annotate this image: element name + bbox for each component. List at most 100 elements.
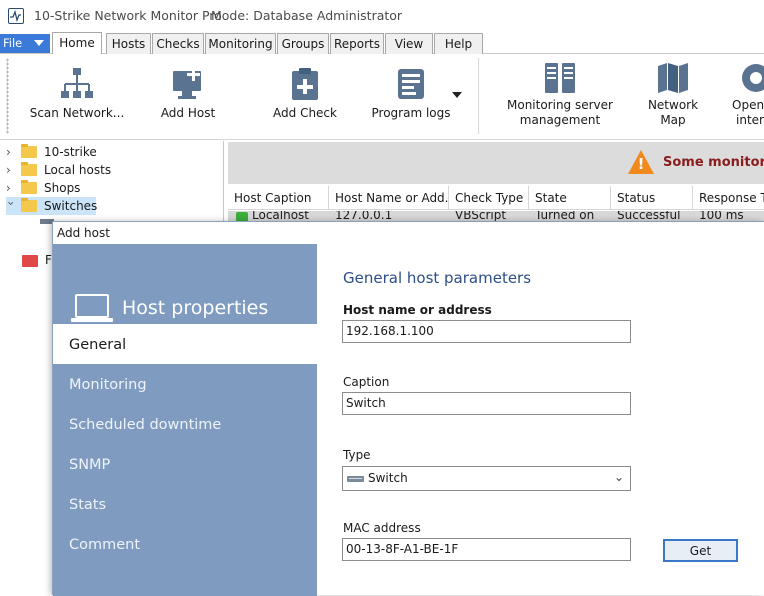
table-cell: Successful [617, 211, 681, 221]
table-cell: VBScript [455, 211, 507, 221]
column-header-host-caption[interactable]: Host Caption [228, 186, 329, 210]
file-menu-label: File [3, 36, 23, 50]
column-header-check-type[interactable]: Check Type [449, 186, 529, 210]
tab-help[interactable]: Help [434, 33, 483, 54]
network-map-label-1: Network [647, 98, 699, 112]
tree-item-label: 10-strike [44, 145, 97, 159]
tab-home[interactable]: Home [52, 32, 102, 54]
get-mac-button[interactable]: Get [663, 539, 738, 562]
add-host-button[interactable]: Add Host [150, 54, 226, 140]
table-cell: 127.0.0.1 [335, 211, 393, 221]
table-row[interactable]: Localhost 127.0.0.1 VBScript Turned on S… [228, 211, 764, 221]
tab-view[interactable]: View [385, 33, 433, 54]
chevron-down-icon [34, 40, 44, 46]
title-bar: 10-Strike Network Monitor Pro Mode: Data… [0, 0, 764, 32]
add-check-button[interactable]: Add Check [264, 54, 346, 140]
chevron-down-icon: ⌄ [613, 470, 624, 484]
server-icon [545, 63, 575, 93]
ribbon-separator [478, 58, 479, 134]
status-ok-icon [236, 212, 248, 221]
map-icon [658, 63, 688, 93]
add-host-icon [173, 68, 201, 99]
dialog-title: Add host [57, 226, 110, 240]
monitoring-server-label-1: Monitoring server [507, 98, 613, 112]
monitoring-server-label-2: management [519, 113, 601, 127]
host-name-input[interactable]: 192.168.1.100 [342, 320, 631, 343]
chevron-right-icon[interactable]: › [6, 163, 16, 177]
red-folder-icon [22, 255, 38, 267]
tree-item-label: Local hosts [44, 163, 112, 177]
nav-monitoring[interactable]: Monitoring [53, 364, 317, 404]
nav-stats[interactable]: Stats [53, 484, 317, 524]
network-map-label-2: Map [660, 113, 686, 127]
folder-icon [21, 144, 37, 158]
warning-exclamation: ! [637, 155, 645, 173]
ribbon-tab-row: File Home Hosts Checks Monitoring Groups… [0, 32, 764, 54]
folder-icon [21, 180, 37, 194]
folder-icon [21, 162, 37, 176]
add-host-dialog: Add host Host properties General Monitor… [52, 221, 764, 596]
open-interface-label-1: Open [732, 98, 764, 112]
column-header-host-name[interactable]: Host Name or Add... [329, 186, 449, 210]
type-select[interactable]: Switch ⌄ [342, 466, 631, 491]
mac-address-label: MAC address [343, 521, 421, 535]
nav-general[interactable]: General [53, 324, 317, 364]
type-select-value: Switch [368, 471, 408, 485]
tree-item-switches[interactable]: › Switches [4, 197, 98, 215]
scan-network-label: Scan Network... [29, 106, 125, 120]
type-label: Type [343, 448, 371, 462]
sidebar-title: Host properties [122, 297, 269, 319]
add-check-icon [292, 68, 318, 100]
program-logs-label: Program logs [371, 106, 451, 120]
caption-label: Caption [343, 375, 390, 389]
laptop-icon [71, 294, 113, 322]
open-interface-button[interactable]: Open interf [728, 54, 764, 140]
dialog-sidebar: Host properties General Monitoring Sched… [53, 244, 317, 596]
chevron-right-icon[interactable]: › [6, 145, 16, 159]
scan-network-button[interactable]: Scan Network... [28, 54, 126, 140]
ribbon-panel: Scan Network... Add Host Add Check Progr… [0, 54, 764, 140]
chevron-right-icon[interactable]: › [6, 181, 16, 195]
ribbon-grip [6, 58, 9, 134]
tab-reports[interactable]: Reports [330, 33, 384, 54]
tree-item-label: Shops [44, 181, 81, 195]
warning-text: Some monitorin [663, 155, 764, 170]
logs-dropdown-arrow-icon[interactable] [452, 92, 462, 98]
globe-icon [742, 64, 764, 92]
tab-groups[interactable]: Groups [277, 33, 329, 54]
table-cell: Localhost [252, 211, 310, 221]
mac-address-input[interactable]: 00-13-8F-A1-BE-1F [342, 538, 631, 561]
network-tree-icon [61, 68, 93, 98]
grid-header: Host Caption Host Name or Add... Check T… [228, 186, 764, 210]
monitoring-server-button[interactable]: Monitoring server management [505, 54, 615, 140]
tree-item-10-strike[interactable]: › 10-strike [6, 143, 206, 161]
tree-item-local-hosts[interactable]: › Local hosts [6, 161, 206, 179]
caption-input[interactable]: Switch [342, 392, 631, 415]
tab-monitoring[interactable]: Monitoring [205, 33, 276, 54]
tab-hosts[interactable]: Hosts [106, 33, 151, 54]
nav-snmp[interactable]: SNMP [53, 444, 317, 484]
app-title: 10-Strike Network Monitor Pro [34, 8, 222, 23]
network-map-button[interactable]: Network Map [640, 54, 706, 140]
nav-comment[interactable]: Comment [53, 524, 317, 564]
chevron-down-icon[interactable]: › [4, 201, 18, 211]
open-interface-label-2: interf [736, 113, 764, 127]
nav-scheduled-downtime[interactable]: Scheduled downtime [53, 404, 317, 444]
logs-icon [398, 69, 424, 99]
app-mode: Mode: Database Administrator [211, 8, 403, 23]
tab-checks[interactable]: Checks [152, 33, 204, 54]
file-menu-button[interactable]: File [0, 34, 50, 53]
tree-item-partial[interactable]: F [45, 253, 52, 267]
app-icon [8, 8, 24, 24]
program-logs-button[interactable]: Program logs [368, 54, 454, 140]
column-header-response-time[interactable]: Response Tim [693, 186, 764, 210]
tree-item-label: Switches [44, 199, 98, 213]
tree-item-shops[interactable]: › Shops [6, 179, 206, 197]
column-header-status[interactable]: Status [611, 186, 693, 210]
add-host-label: Add Host [160, 106, 216, 120]
column-header-state[interactable]: State [529, 186, 611, 210]
folder-icon [21, 198, 37, 212]
table-cell: 100 ms [699, 211, 744, 221]
section-title: General host parameters [343, 269, 532, 287]
host-name-label: Host name or address [343, 303, 492, 317]
